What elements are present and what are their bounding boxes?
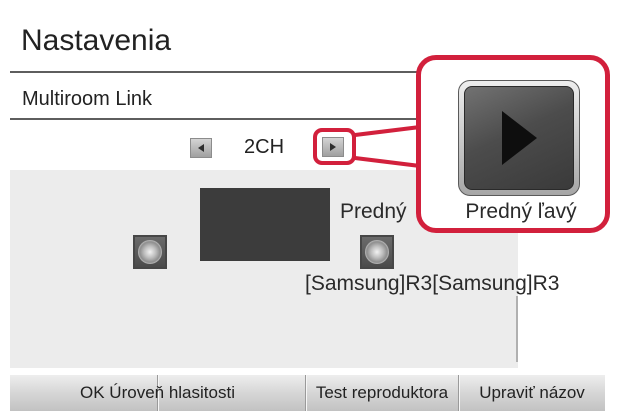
speaker-left[interactable] bbox=[133, 235, 167, 269]
speaker-position-label: Predný bbox=[340, 200, 407, 223]
channel-prev-button[interactable] bbox=[190, 138, 212, 158]
channel-value: 2CH bbox=[244, 136, 285, 158]
panel-scrollbar[interactable] bbox=[516, 296, 518, 362]
speaker-icon bbox=[365, 240, 389, 264]
edit-name-button[interactable]: Upraviť názov bbox=[459, 375, 605, 411]
speaker-test-button[interactable]: Test reproduktora bbox=[306, 375, 458, 411]
volume-level-button[interactable]: OK Úroveň hlasitosti bbox=[10, 375, 305, 411]
zoomed-next-button[interactable] bbox=[458, 80, 580, 196]
section-divider bbox=[10, 118, 418, 120]
footer-button-bar: OK Úroveň hlasitosti Test reproduktora U… bbox=[10, 375, 605, 411]
connector-line-bottom bbox=[353, 156, 422, 168]
play-icon bbox=[502, 111, 537, 165]
next-button-highlight bbox=[313, 128, 356, 165]
title-divider bbox=[10, 71, 418, 73]
tv-display-graphic bbox=[200, 188, 330, 261]
section-title: Multiroom Link bbox=[22, 88, 153, 110]
speaker-name-label: [Samsung]R3[Samsung]R3 bbox=[305, 272, 560, 295]
page-title: Nastavenia bbox=[21, 24, 172, 57]
speaker-front-left[interactable] bbox=[360, 235, 394, 269]
zoomed-button-face bbox=[464, 86, 574, 190]
callout-label: Predný ľavý bbox=[465, 200, 577, 223]
speaker-icon bbox=[138, 240, 162, 264]
connector-line-top bbox=[353, 125, 422, 137]
arrow-left-icon bbox=[198, 144, 204, 152]
